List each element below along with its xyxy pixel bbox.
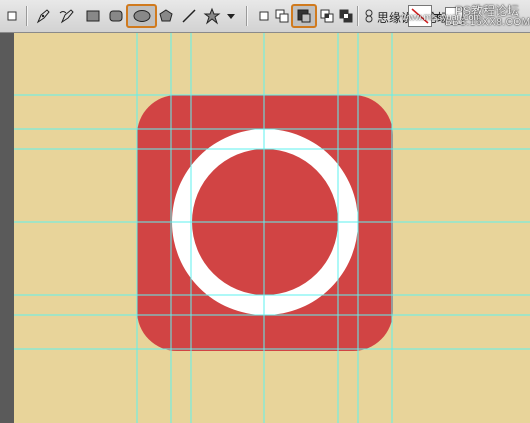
- toolbar-divider: [357, 6, 359, 26]
- exclude-overlap-icon[interactable]: [337, 5, 355, 27]
- polygon-tool-icon[interactable]: [156, 5, 176, 27]
- subtract-from-shape-icon[interactable]: [291, 4, 317, 28]
- pen-tool-icon[interactable]: [33, 5, 53, 27]
- options-toolbar: 思缘设计论坛 PS教程论坛 BBS.16XX8.COM www.missyuan…: [0, 0, 530, 33]
- freeform-pen-tool-icon[interactable]: [57, 5, 77, 27]
- document-canvas[interactable]: [14, 33, 530, 423]
- intersect-shape-icon[interactable]: [318, 5, 336, 27]
- ellipse-tool-icon[interactable]: [126, 4, 157, 28]
- chain-link-icon[interactable]: [362, 5, 376, 27]
- rect-mode-icon[interactable]: [2, 5, 22, 27]
- line-tool-icon[interactable]: [179, 5, 199, 27]
- rounded-rectangle-tool-icon[interactable]: [106, 5, 126, 27]
- add-to-shape-icon[interactable]: [273, 5, 291, 27]
- dropdown-arrow-icon[interactable]: [224, 5, 238, 27]
- toolbar-divider: [26, 6, 28, 26]
- new-shape-layer-icon[interactable]: [256, 5, 272, 27]
- custom-shape-tool-icon[interactable]: [202, 5, 222, 27]
- artwork: [14, 33, 530, 423]
- toolbar-divider: [246, 6, 248, 26]
- watermark-site: www.missyuan.com: [402, 12, 482, 22]
- rectangle-tool-icon[interactable]: [83, 5, 103, 27]
